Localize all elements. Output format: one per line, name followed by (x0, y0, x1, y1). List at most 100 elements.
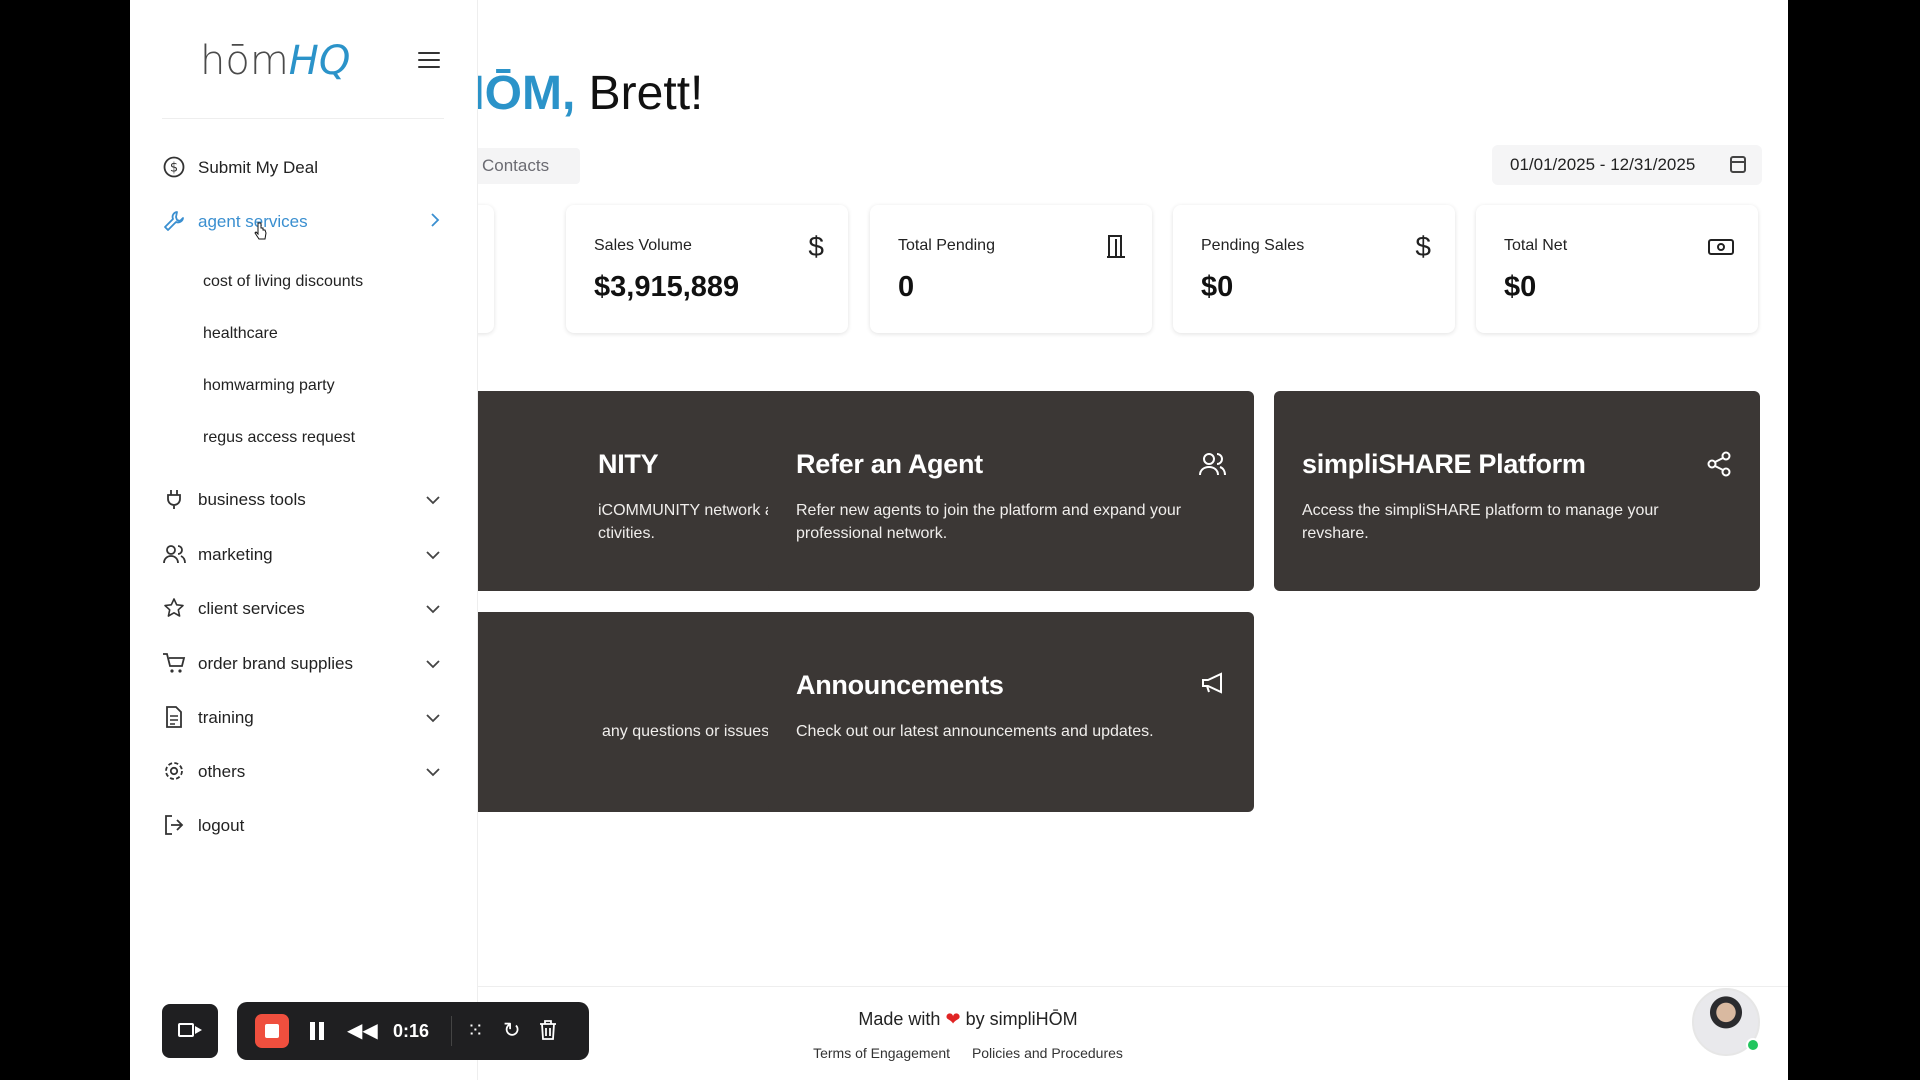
door-icon (1104, 233, 1128, 264)
star-icon (162, 597, 186, 621)
subitem-homwarming-party[interactable]: homwarming party (203, 371, 335, 401)
logo-hom: hōm (200, 38, 289, 84)
chevron-down-icon (426, 482, 440, 518)
svg-text:$: $ (170, 161, 178, 176)
sidebar-item-agent-services[interactable]: agent services (162, 204, 446, 240)
plug-icon (162, 488, 186, 512)
tab-contacts[interactable]: Contacts (470, 148, 580, 184)
chevron-down-icon (426, 646, 440, 682)
footer-links: Terms of Engagement Policies and Procedu… (478, 1045, 1458, 1061)
made-with-text: Made with ❤ by simpliHŌM (478, 1009, 1458, 1030)
sidebar-item-business-tools[interactable]: business tools (162, 482, 446, 518)
terms-link[interactable]: Terms of Engagement (813, 1045, 950, 1061)
heart-icon: ❤ (945, 1009, 961, 1029)
sidebar-item-logout[interactable]: logout (162, 808, 446, 844)
sidebar-item-label: Submit My Deal (198, 158, 318, 177)
sidebar-item-marketing[interactable]: marketing (162, 537, 446, 573)
wrench-icon (162, 210, 186, 234)
sidebar-item-client-services[interactable]: client services (162, 591, 446, 627)
sidebar-item-label: training (198, 708, 254, 727)
sidebar-item-order-brand-supplies[interactable]: order brand supplies (162, 646, 446, 682)
dollar-circle-icon: $ (162, 156, 186, 180)
trash-icon[interactable] (539, 1019, 557, 1048)
cart-icon (162, 652, 186, 676)
made-suffix: by simpliHŌM (965, 1009, 1078, 1029)
chevron-down-icon (426, 591, 440, 627)
camera-toggle-button[interactable] (162, 1004, 218, 1058)
stat-label: Sales Volume (594, 237, 692, 254)
date-range-picker[interactable]: 01/01/2025 - 12/31/2025 (1492, 145, 1762, 185)
policies-link[interactable]: Policies and Procedures (972, 1045, 1123, 1061)
logo-hq: HQ (288, 38, 351, 84)
sidebar-divider (162, 118, 444, 119)
document-icon (162, 706, 186, 730)
sidebar-item-label: marketing (198, 545, 273, 564)
rewind-icon[interactable]: ◀◀ (347, 1019, 378, 1043)
grid-icon[interactable]: ⁙ (467, 1019, 484, 1043)
stat-card-total-pending: Total Pending 0 (870, 205, 1152, 333)
sidebar-item-training[interactable]: training (162, 700, 446, 736)
stat-card-total-net: Total Net $0 (1476, 205, 1758, 333)
stop-recording-button[interactable] (255, 1014, 289, 1048)
chevron-down-icon (426, 700, 440, 736)
online-status-dot (1746, 1038, 1760, 1052)
card-desc: Refer new agents to join the platform an… (796, 502, 1182, 542)
chevron-right-icon (430, 204, 440, 240)
megaphone-icon (1200, 672, 1226, 698)
share-icon (1706, 451, 1732, 481)
stat-card-pending-sales: Pending Sales $0 $ (1173, 205, 1455, 333)
stat-label: Total Pending (898, 237, 995, 254)
card-desc: Check out our latest announcements and u… (796, 723, 1154, 740)
card-title: Refer an Agent (796, 449, 983, 479)
restart-icon[interactable]: ↻ (503, 1019, 521, 1043)
card-simplishare[interactable]: simpliSHARE Platform Access the simpliSH… (1274, 391, 1760, 591)
subitem-cost-of-living-discounts[interactable]: cost of living discounts (203, 267, 363, 297)
pause-icon[interactable] (310, 1022, 324, 1040)
app-window: HŌM, Brett! Contacts 01/01/2025 - 12/31/… (130, 0, 1788, 1080)
card-title: Announcements (796, 670, 1004, 700)
calendar-icon (1730, 156, 1746, 173)
date-range-value: 01/01/2025 - 12/31/2025 (1510, 155, 1696, 174)
toolbar-divider (451, 1016, 452, 1046)
subitem-healthcare[interactable]: healthcare (203, 319, 278, 349)
stat-label: Pending Sales (1201, 237, 1305, 254)
stat-value: 0 (898, 271, 915, 303)
dollar-icon: $ (1415, 231, 1431, 262)
avatar[interactable] (1692, 988, 1760, 1056)
video-camera-icon (178, 1023, 202, 1037)
page-title: HŌM, Brett! (450, 66, 703, 121)
sidebar-item-label: logout (198, 816, 245, 835)
sidebar-item-label: order brand supplies (198, 654, 353, 673)
card-title: simpliSHARE Platform (1302, 449, 1586, 479)
mouse-pointer-icon (254, 222, 267, 240)
sidebar-item-label: agent services (198, 212, 308, 231)
sidebar-item-label: client services (198, 599, 305, 618)
sidebar-item-label: business tools (198, 490, 306, 509)
subitem-regus-access-request[interactable]: regus access request (203, 423, 355, 453)
chevron-down-icon (426, 537, 440, 573)
made-prefix: Made with (858, 1009, 941, 1029)
dollar-icon: $ (808, 231, 824, 262)
stat-card-sales-volume: Sales Volume $3,915,889 $ (566, 205, 848, 333)
sidebar-item-submit-my-deal[interactable]: $ Submit My Deal (162, 150, 446, 186)
card-announcements[interactable]: Announcements Check out our latest annou… (768, 612, 1254, 812)
card-refer-agent[interactable]: Refer an Agent Refer new agents to join … (768, 391, 1254, 591)
greeting-name: Brett! (575, 67, 704, 120)
stat-value: $0 (1504, 271, 1537, 303)
users-icon (1198, 451, 1226, 481)
sidebar-item-others[interactable]: others (162, 754, 446, 790)
footer: Made with ❤ by simpliHŌM Terms of Engage… (478, 986, 1788, 1080)
stat-value: $0 (1201, 271, 1234, 303)
card-desc: Access the simpliSHARE platform to manag… (1302, 502, 1659, 542)
stat-value: $3,915,889 (594, 271, 740, 303)
cash-icon (1708, 233, 1734, 261)
sidebar: hōmHQ $ Submit My Deal agent services co… (130, 0, 478, 1080)
hamburger-menu-icon[interactable] (418, 52, 440, 69)
sidebar-item-label: others (198, 762, 246, 781)
card-title: NITY (598, 449, 659, 479)
recording-timer: 0:16 (393, 1021, 430, 1041)
recorder-toolbar: ◀◀ 0:16 ⁙ ↻ (237, 1002, 589, 1060)
chevron-down-icon (426, 754, 440, 790)
logout-icon (162, 814, 186, 838)
gear-icon (162, 760, 186, 784)
